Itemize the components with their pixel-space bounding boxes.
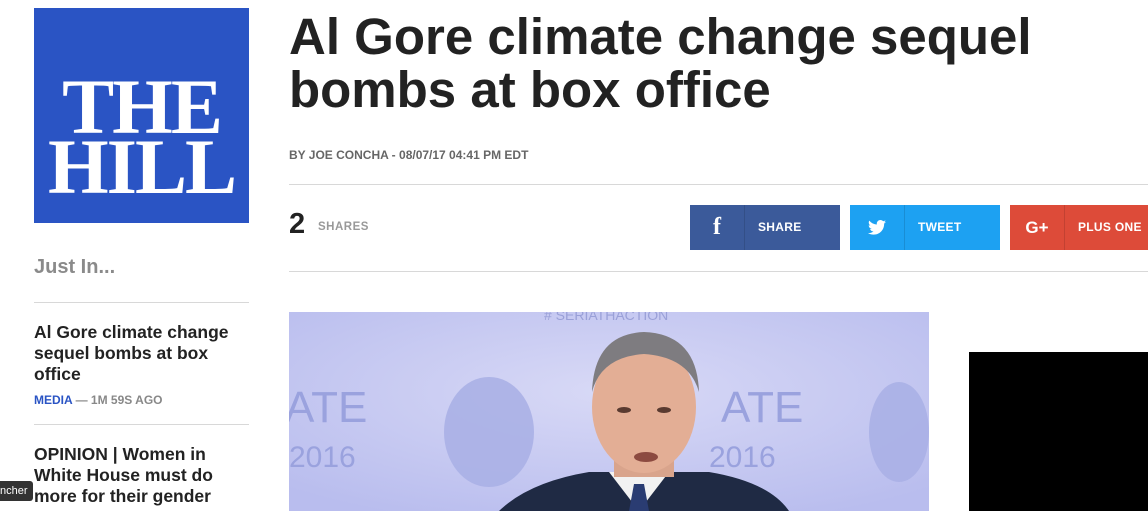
photo-leaf-pattern-right — [869, 382, 929, 482]
site-logo[interactable]: THE HILL — [34, 8, 249, 223]
google-plus-icon: G+ — [1010, 205, 1065, 250]
photo-backdrop-text-right: ATE — [721, 383, 803, 432]
sidebar-item-meta: MEDIA — 1M 59S AGO — [34, 393, 163, 407]
facebook-share-label: SHARE — [758, 220, 802, 234]
google-plus-button[interactable]: G+ PLUS ONE — [1010, 205, 1148, 250]
photo-backdrop-year-right: 2016 — [709, 441, 776, 474]
google-plus-label: PLUS ONE — [1078, 220, 1142, 234]
sidebar-divider — [34, 424, 249, 425]
byline-divider — [289, 184, 1148, 185]
article-headline: Al Gore climate change sequel bombs at b… — [289, 8, 1032, 118]
twitter-tweet-label: TWEET — [918, 220, 962, 234]
facebook-share-button[interactable]: f SHARE — [690, 205, 840, 250]
facebook-icon: f — [690, 205, 745, 250]
sidebar-divider — [34, 302, 249, 303]
photo-banner-text: # SERIATHACTION — [544, 312, 668, 323]
sidebar-item-title[interactable]: OPINION | Women in White House must do m… — [34, 444, 249, 507]
advertisement-box[interactable] — [969, 352, 1148, 511]
tooltip: ncher — [0, 481, 33, 501]
sidebar-heading: Just In... — [34, 256, 116, 278]
article-byline: BY JOE CONCHA - 08/07/17 04:41 PM EDT — [289, 148, 529, 162]
sidebar-item-time: — 1M 59S AGO — [75, 393, 163, 407]
twitter-tweet-button[interactable]: TWEET — [850, 205, 1000, 250]
sidebar-item-title[interactable]: Al Gore climate change sequel bombs at b… — [34, 322, 249, 385]
share-bar-divider — [289, 271, 1148, 272]
sidebar-item-category[interactable]: MEDIA — [34, 393, 72, 407]
twitter-icon — [850, 205, 905, 250]
logo-line-2: HILL — [47, 123, 237, 210]
share-count-label: SHARES — [318, 221, 369, 233]
photo-backdrop-text-left: ATE — [289, 383, 367, 432]
share-count: 2 — [289, 208, 306, 240]
article-photo: # SERIATHACTION ATE 2016 ATE 2016 — [289, 312, 929, 511]
photo-backdrop-year-left: 2016 — [289, 441, 356, 474]
photo-leaf-pattern-left — [444, 377, 534, 487]
